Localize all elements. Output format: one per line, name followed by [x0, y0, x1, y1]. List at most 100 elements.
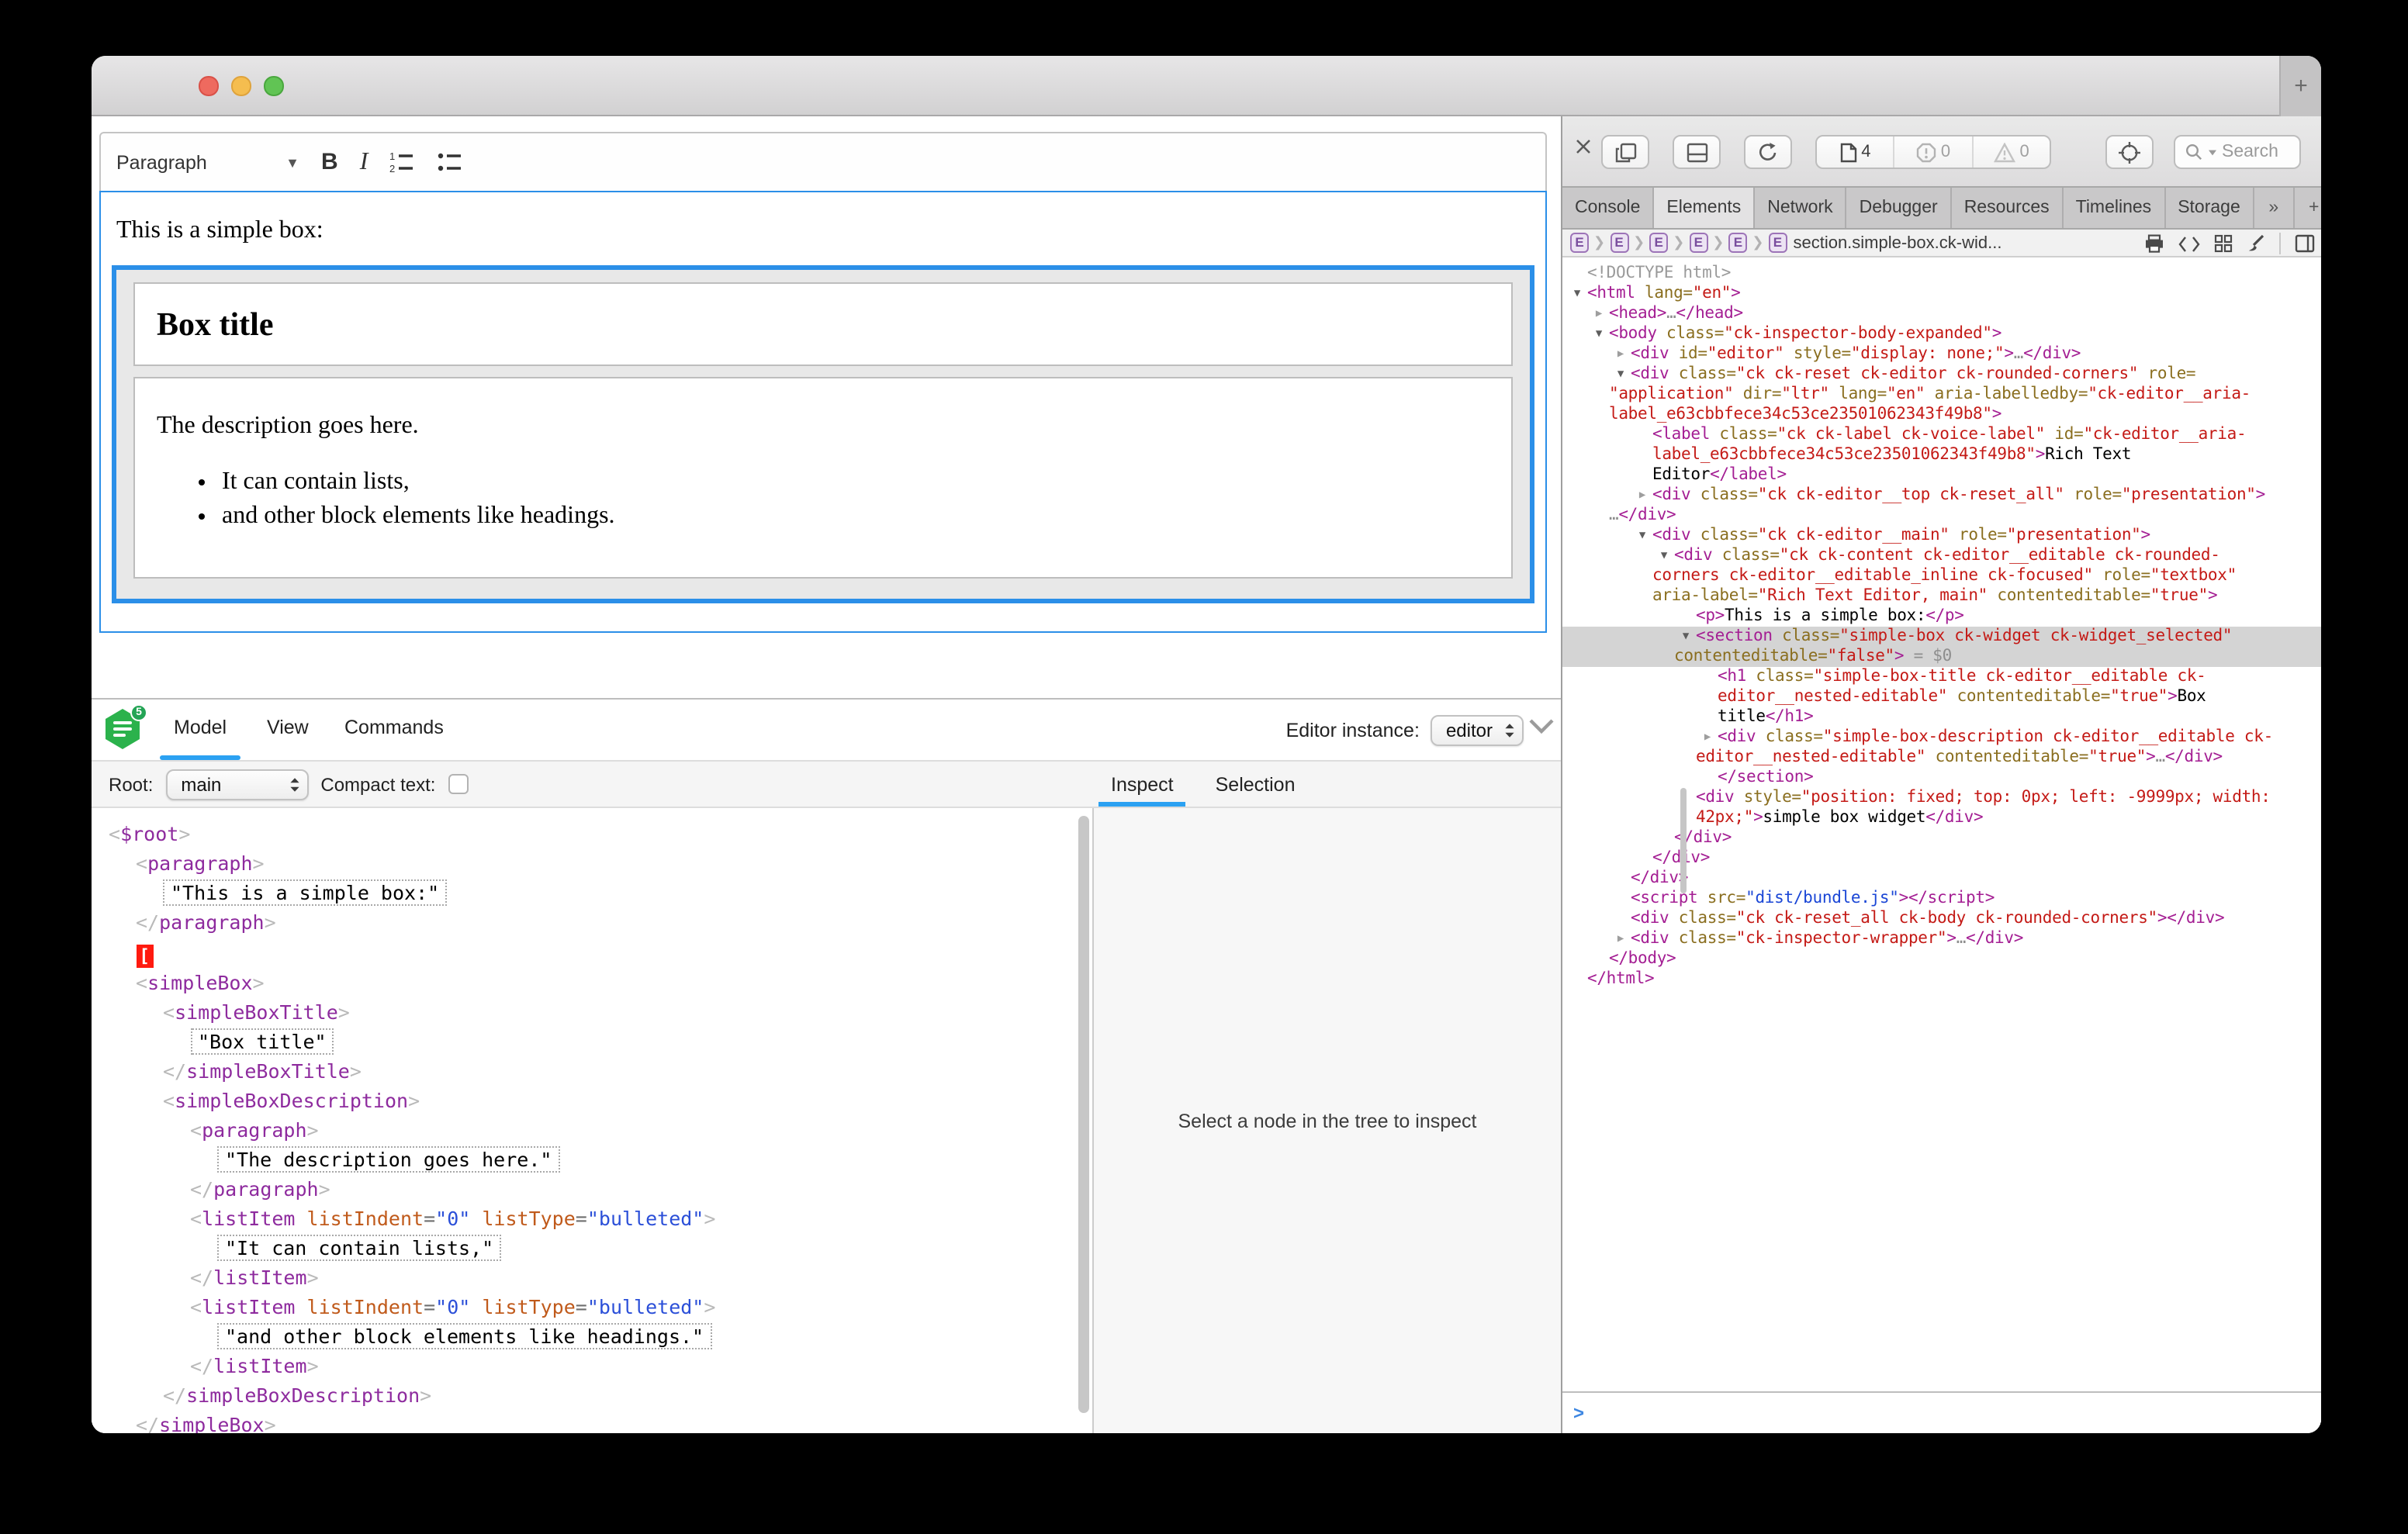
devtools-search-field[interactable]: Search [2174, 135, 2301, 169]
tab-selection[interactable]: Selection [1216, 762, 1296, 807]
dom-tree-line[interactable]: ▼<html lang="en"> [1562, 284, 2321, 304]
simple-box-title[interactable]: Box title [133, 282, 1513, 366]
model-tree-line[interactable]: </paragraph> [92, 1174, 1092, 1204]
root-select[interactable]: main [165, 769, 308, 800]
element-icon[interactable]: E [1689, 233, 1707, 253]
dom-tree-line[interactable]: editor__nested-editable" contenteditable… [1562, 687, 2321, 707]
dom-tree-line[interactable]: ▶<head>…</head> [1562, 304, 2321, 324]
dom-tree-line[interactable]: </section> [1562, 768, 2321, 788]
compact-text-checkbox[interactable] [448, 774, 468, 794]
description-paragraph[interactable]: The description goes here. [157, 413, 1511, 441]
editor-instance-select[interactable]: editor [1431, 714, 1524, 745]
collapse-arrow-icon[interactable]: ▼ [1589, 324, 1609, 344]
model-tree-line[interactable]: </simpleBox> [92, 1410, 1092, 1433]
zoom-window-button[interactable] [264, 76, 283, 95]
bulleted-list-button[interactable] [438, 150, 464, 174]
model-tree-line[interactable]: "It can contain lists," [92, 1233, 1092, 1263]
model-tree-line[interactable]: [ [92, 937, 1092, 968]
expand-arrow-icon[interactable]: ▶ [1589, 304, 1609, 324]
dom-tree-line[interactable]: title</h1> [1562, 707, 2321, 727]
source-code-icon[interactable] [2178, 235, 2200, 252]
tab-view[interactable]: View [267, 700, 309, 755]
element-icon[interactable]: E [1768, 233, 1787, 253]
dom-tree-line[interactable]: Editor</label> [1562, 465, 2321, 485]
tab-commands[interactable]: Commands [344, 700, 444, 755]
reload-page-button[interactable] [1744, 135, 1792, 169]
dom-tree-line[interactable]: aria-label="Rich Text Editor, main" cont… [1562, 586, 2321, 606]
collapse-arrow-icon[interactable]: ▼ [1632, 526, 1652, 546]
model-tree-line[interactable]: <simpleBox> [92, 968, 1092, 997]
details-sidebar-icon[interactable] [2295, 234, 2315, 253]
dom-tree-line[interactable]: <p>This is a simple box:</p> [1562, 606, 2321, 627]
dock-side-button[interactable] [1601, 135, 1649, 169]
numbered-list-button[interactable]: 12 [389, 150, 416, 174]
dom-tree-line[interactable]: <label class="ck ck-label ck-voice-label… [1562, 425, 2321, 445]
dom-tree-line[interactable]: ▼<div class="ck ck-editor__main" role="p… [1562, 526, 2321, 546]
heading-dropdown[interactable]: Paragraph ▼ [116, 151, 299, 173]
dom-tree-line[interactable]: label_e63cbbfece34c53ce23501062343f49b8"… [1562, 445, 2321, 465]
dom-tree-line[interactable]: ▼<body class="ck-inspector-body-expanded… [1562, 324, 2321, 344]
dock-bottom-button[interactable] [1673, 135, 1721, 169]
tab-resources[interactable]: Resources [1952, 188, 2064, 228]
dom-tree-line[interactable]: </div> [1562, 828, 2321, 848]
dom-tree-line[interactable]: <div class="ck ck-reset_all ck-body ck-r… [1562, 909, 2321, 929]
styles-brush-icon[interactable] [2247, 234, 2265, 253]
dom-tree-line[interactable]: …</div> [1562, 506, 2321, 526]
dom-tree-line[interactable]: editor__nested-editable" contenteditable… [1562, 748, 2321, 768]
element-icon[interactable]: E [1610, 233, 1628, 253]
dom-tree-line[interactable]: </div> [1562, 869, 2321, 889]
model-tree-line[interactable]: "Box title" [92, 1027, 1092, 1056]
tab-network[interactable]: Network [1755, 188, 1846, 228]
tab-debugger[interactable]: Debugger [1847, 188, 1952, 228]
dom-tree-line[interactable]: </html> [1562, 969, 2321, 990]
model-tree-line[interactable]: </paragraph> [92, 907, 1092, 937]
dom-tree-line[interactable]: ▼<div class="ck ck-reset ck-editor ck-ro… [1562, 364, 2321, 385]
dom-tree-line[interactable]: <!DOCTYPE html> [1562, 264, 2321, 284]
model-tree-line[interactable]: <simpleBoxTitle> [92, 997, 1092, 1027]
more-tabs-button[interactable]: » [2254, 188, 2295, 228]
print-icon[interactable] [2144, 234, 2164, 253]
tab-inspect[interactable]: Inspect [1111, 762, 1174, 807]
dom-tree-line[interactable]: </div> [1562, 848, 2321, 869]
element-picker-button[interactable] [2105, 135, 2154, 169]
element-icon[interactable]: E [1728, 233, 1747, 253]
dom-tree-line[interactable]: ▶<div class="ck-inspector-wrapper">…</di… [1562, 929, 2321, 949]
model-tree-line[interactable]: </simpleBoxDescription> [92, 1380, 1092, 1410]
model-tree-line[interactable]: <$root> [92, 819, 1092, 848]
dom-tree-line[interactable]: ▼<div class="ck ck-content ck-editor__ed… [1562, 546, 2321, 566]
list-item[interactable]: and other block elements like headings. [222, 501, 1511, 530]
expand-arrow-icon[interactable]: ▶ [1611, 344, 1631, 364]
model-tree-line[interactable]: </listItem> [92, 1263, 1092, 1292]
warning-count[interactable]: 0 [1971, 136, 2050, 168]
error-count[interactable]: 0 [1894, 136, 1972, 168]
collapse-arrow-icon[interactable]: ▼ [1654, 546, 1674, 566]
list-item[interactable]: It can contain lists, [222, 467, 1511, 496]
minimize-window-button[interactable] [231, 76, 251, 95]
tab-model[interactable]: Model [174, 700, 227, 755]
close-devtools-button[interactable] [1575, 138, 1592, 155]
collapse-arrow-icon[interactable]: ▼ [1567, 284, 1587, 304]
element-icon[interactable]: E [1649, 233, 1668, 253]
tab-timelines[interactable]: Timelines [2064, 188, 2166, 228]
model-tree-scrollbar[interactable] [1078, 816, 1089, 1413]
model-tree-line[interactable]: <listItem listIndent="0" listType="bulle… [92, 1292, 1092, 1322]
breadcrumb-current[interactable]: section.simple-box.ck-wid... [1793, 233, 2001, 252]
dom-tree-line[interactable]: ▶<div class="ck ck-editor__top ck-reset_… [1562, 485, 2321, 506]
editor-editable-area[interactable]: This is a simple box: Box title The desc… [99, 191, 1547, 633]
page-count[interactable]: 4 [1817, 136, 1894, 168]
model-tree-line[interactable]: "and other block elements like headings.… [92, 1322, 1092, 1351]
dom-tree-line[interactable]: </body> [1562, 949, 2321, 969]
model-tree-line[interactable]: <paragraph> [92, 848, 1092, 878]
italic-button[interactable]: I [360, 148, 368, 176]
new-tab-button[interactable]: + [2279, 56, 2321, 116]
collapse-arrow-icon[interactable]: ▼ [1611, 364, 1631, 385]
expand-arrow-icon[interactable]: ▶ [1632, 485, 1652, 506]
simple-box-widget[interactable]: Box title The description goes here. It … [112, 265, 1534, 603]
dom-tree-line[interactable]: corners ck-editor__editable_inline ck-fo… [1562, 566, 2321, 586]
expand-arrow-icon[interactable]: ▶ [1611, 929, 1631, 949]
layout-grid-icon[interactable] [2214, 234, 2233, 253]
tab-console[interactable]: Console [1562, 188, 1654, 228]
dom-tree-line[interactable]: contenteditable="false"> = $0 [1562, 647, 2321, 667]
dom-tree-line[interactable]: ▼<section class="simple-box ck-widget ck… [1562, 627, 2321, 647]
close-window-button[interactable] [199, 76, 218, 95]
